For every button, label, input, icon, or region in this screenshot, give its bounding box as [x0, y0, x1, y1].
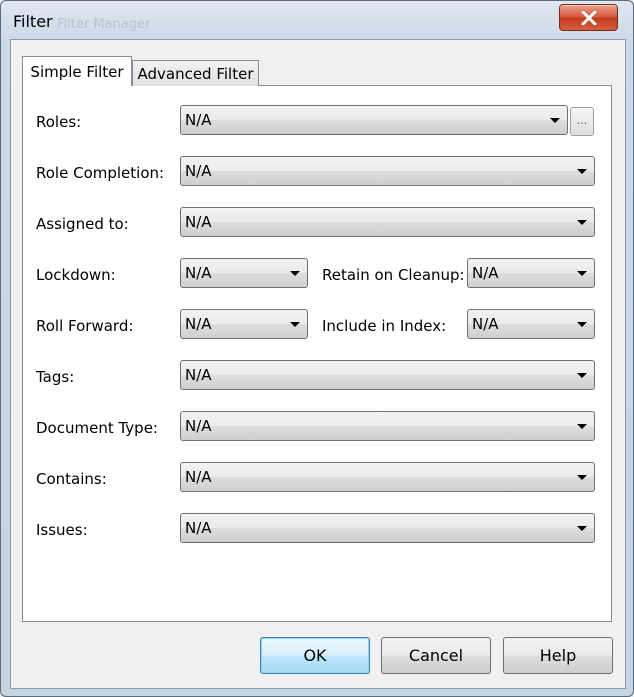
lockdown-dropdown[interactable]: N/A: [180, 258, 308, 288]
chevron-down-icon: [290, 322, 300, 327]
dialog-title: Filter: [13, 12, 53, 31]
roll-forward-label: Roll Forward:: [36, 317, 134, 335]
tags-label: Tags:: [36, 368, 75, 386]
chevron-down-icon: [577, 220, 587, 225]
chevron-down-icon: [290, 271, 300, 276]
retain-on-cleanup-dropdown[interactable]: N/A: [467, 258, 595, 288]
contains-dropdown[interactable]: N/A: [180, 462, 595, 492]
cancel-button[interactable]: Cancel: [381, 637, 491, 674]
roll-forward-dropdown[interactable]: N/A: [180, 309, 308, 339]
roles-value: N/A: [185, 111, 212, 129]
ok-button[interactable]: OK: [260, 637, 370, 674]
tags-dropdown[interactable]: N/A: [180, 360, 595, 390]
roll-forward-value: N/A: [185, 315, 212, 333]
issues-label: Issues:: [36, 521, 88, 539]
chevron-down-icon: [550, 118, 560, 123]
role-completion-dropdown[interactable]: N/A: [180, 156, 595, 186]
document-type-label: Document Type:: [36, 419, 158, 437]
tab-simple-filter[interactable]: Simple Filter: [22, 56, 132, 86]
close-button[interactable]: [559, 4, 618, 31]
retain-on-cleanup-value: N/A: [472, 264, 499, 282]
chevron-down-icon: [577, 373, 587, 378]
background-window-title: Filter Manager: [57, 17, 151, 32]
document-type-value: N/A: [185, 417, 212, 435]
role-completion-label: Role Completion:: [36, 164, 165, 182]
chevron-down-icon: [577, 526, 587, 531]
tags-value: N/A: [185, 366, 212, 384]
help-button[interactable]: Help: [503, 637, 613, 674]
lockdown-value: N/A: [185, 264, 212, 282]
roles-dropdown[interactable]: N/A: [180, 105, 568, 135]
chevron-down-icon: [577, 424, 587, 429]
chevron-down-icon: [577, 169, 587, 174]
lockdown-label: Lockdown:: [36, 266, 116, 284]
dialog-client-area: Simple Filter Advanced Filter Roles: N/A…: [10, 39, 626, 689]
roles-browse-button[interactable]: ...: [570, 107, 594, 136]
role-completion-value: N/A: [185, 162, 212, 180]
chevron-down-icon: [577, 271, 587, 276]
chevron-down-icon: [577, 322, 587, 327]
include-in-index-label: Include in Index:: [322, 317, 447, 335]
contains-value: N/A: [185, 468, 212, 486]
assigned-to-label: Assigned to:: [36, 215, 129, 233]
assigned-to-value: N/A: [185, 213, 212, 231]
include-in-index-value: N/A: [472, 315, 499, 333]
filter-dialog: Filter Manager Filter Simple Filter Adva…: [0, 0, 634, 697]
simple-filter-panel: Roles: N/A ... Role Completion: N/A Assi…: [22, 85, 612, 622]
assigned-to-dropdown[interactable]: N/A: [180, 207, 595, 237]
contains-label: Contains:: [36, 470, 107, 488]
include-in-index-dropdown[interactable]: N/A: [467, 309, 595, 339]
issues-dropdown[interactable]: N/A: [180, 513, 595, 543]
document-type-dropdown[interactable]: N/A: [180, 411, 595, 441]
roles-label: Roles:: [36, 113, 82, 131]
chevron-down-icon: [577, 475, 587, 480]
tab-advanced-filter[interactable]: Advanced Filter: [132, 60, 259, 86]
close-icon: [581, 10, 596, 25]
retain-on-cleanup-label: Retain on Cleanup:: [322, 266, 465, 284]
issues-value: N/A: [185, 519, 212, 537]
